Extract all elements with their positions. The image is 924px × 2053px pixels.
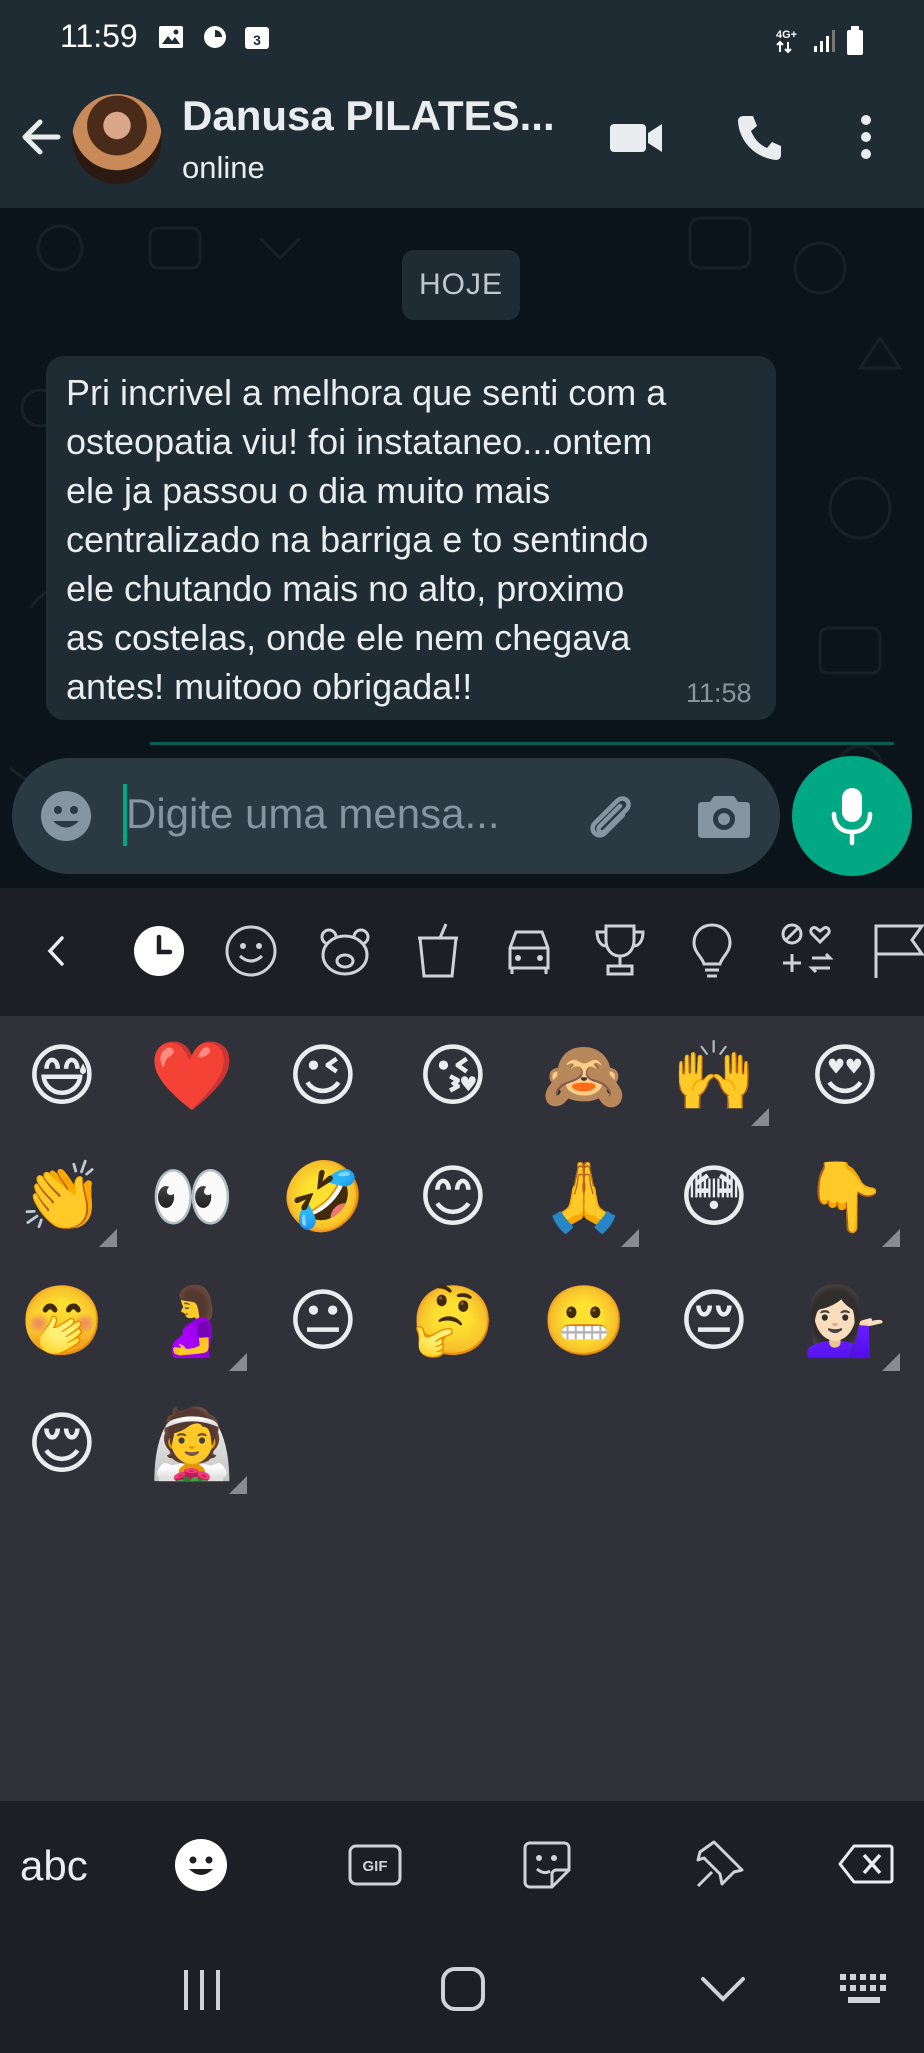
skin-tone-variants-indicator: [882, 1353, 900, 1371]
pin-icon[interactable]: [694, 1838, 746, 1890]
emoji-key[interactable]: 😘: [408, 1032, 498, 1122]
emoji-key[interactable]: 😍: [800, 1032, 890, 1122]
camera-icon[interactable]: [696, 790, 752, 840]
message-text: Pri incrivel a melhora que senti com a o…: [66, 372, 667, 707]
food-icon[interactable]: [416, 922, 460, 980]
emoji-key[interactable]: 👏: [17, 1153, 107, 1243]
network-indicator: 4G+: [776, 26, 806, 54]
emoji-key[interactable]: 🙌: [669, 1032, 759, 1122]
smileys-icon[interactable]: [224, 924, 278, 978]
back-arrow-icon[interactable]: [18, 114, 64, 160]
category-back-icon[interactable]: [44, 934, 68, 968]
battery-icon: [846, 26, 864, 56]
signal-icon: [812, 28, 838, 54]
emoji-grid: 😅 ❤️ 😉 😘 🙈 🙌 😍 👏 👀 🤣 😊 🙏 😳 👇 🤭 🤰 😐 🤔 😬 😔 💁🏻‍♀️ 😌 👰: [0, 1016, 924, 1801]
emoji-toggle-icon[interactable]: [38, 788, 94, 844]
keyboard-bottom-bar: [0, 1801, 924, 1931]
mic-icon: [830, 786, 874, 846]
emoji-key[interactable]: 😉: [278, 1032, 368, 1122]
skin-tone-variants-indicator: [621, 1229, 639, 1247]
recent-apps-icon[interactable]: [180, 1968, 224, 2012]
emoji-key[interactable]: 😳: [669, 1153, 759, 1243]
message-time: 11:58: [686, 678, 752, 708]
emoji-key[interactable]: 😊: [408, 1153, 498, 1243]
gallery-icon: [158, 24, 184, 50]
video-call-icon[interactable]: [608, 118, 664, 158]
emoji-key[interactable]: 🤔: [408, 1277, 498, 1367]
emoji-key[interactable]: 👰: [147, 1400, 237, 1490]
contact-name[interactable]: Danusa PILATES...: [182, 92, 555, 140]
animals-icon[interactable]: [318, 924, 372, 978]
activities-icon[interactable]: [594, 922, 646, 978]
calendar-icon: 3: [244, 24, 270, 50]
more-options-icon[interactable]: [858, 114, 874, 160]
keyboard-switch-icon[interactable]: [838, 1972, 892, 2006]
emoji-key[interactable]: 🤭: [17, 1277, 107, 1367]
emoji-key[interactable]: 😔: [669, 1277, 759, 1367]
scroll-indicator: [150, 742, 894, 745]
emoji-key[interactable]: 🤣: [278, 1153, 368, 1243]
emoji-key[interactable]: 💁🏻‍♀️: [800, 1277, 890, 1367]
emoji-key[interactable]: 👀: [147, 1153, 237, 1243]
contact-status: online: [182, 150, 265, 185]
sticker-icon[interactable]: [522, 1840, 572, 1890]
emoji-key[interactable]: 🤰: [147, 1277, 237, 1367]
attach-icon[interactable]: [582, 790, 638, 846]
emoji-key[interactable]: 😌: [17, 1400, 107, 1490]
emoji-key[interactable]: ❤️: [147, 1032, 237, 1122]
data-saver-icon: [202, 24, 228, 50]
gif-label: GIF: [363, 1858, 388, 1875]
skin-tone-variants-indicator: [229, 1476, 247, 1494]
skin-tone-variants-indicator: [751, 1108, 769, 1126]
emoji-key[interactable]: 😬: [539, 1277, 629, 1367]
abc-key[interactable]: abc: [20, 1842, 88, 1890]
svg-text:4G+: 4G+: [776, 29, 797, 41]
backspace-icon[interactable]: [838, 1844, 894, 1884]
flags-icon[interactable]: [872, 922, 924, 980]
emoji-key[interactable]: 😅: [17, 1032, 107, 1122]
emoji-tab-icon[interactable]: [174, 1838, 228, 1892]
symbols-icon[interactable]: [780, 922, 836, 978]
emoji-key[interactable]: 👇: [800, 1153, 890, 1243]
voice-call-icon[interactable]: [734, 112, 784, 162]
emoji-key[interactable]: 😐: [278, 1277, 368, 1367]
status-time: 11:59: [60, 18, 138, 54]
avatar[interactable]: [72, 94, 162, 184]
skin-tone-variants-indicator: [99, 1229, 117, 1247]
objects-icon[interactable]: [690, 922, 734, 980]
skin-tone-variants-indicator: [229, 1353, 247, 1371]
date-chip: HOJE: [402, 250, 520, 320]
skin-tone-variants-indicator: [882, 1229, 900, 1247]
travel-icon[interactable]: [502, 926, 556, 976]
emoji-key[interactable]: 🙏: [539, 1153, 629, 1243]
emoji-key[interactable]: 🙈: [539, 1032, 629, 1122]
hide-keyboard-icon[interactable]: [700, 1974, 746, 2004]
message-input[interactable]: Digite uma mensa...: [126, 790, 500, 838]
gif-icon[interactable]: GIF: [348, 1844, 402, 1886]
recent-icon[interactable]: [132, 924, 186, 978]
home-icon[interactable]: [440, 1966, 486, 2012]
svg-text:3: 3: [253, 32, 261, 48]
